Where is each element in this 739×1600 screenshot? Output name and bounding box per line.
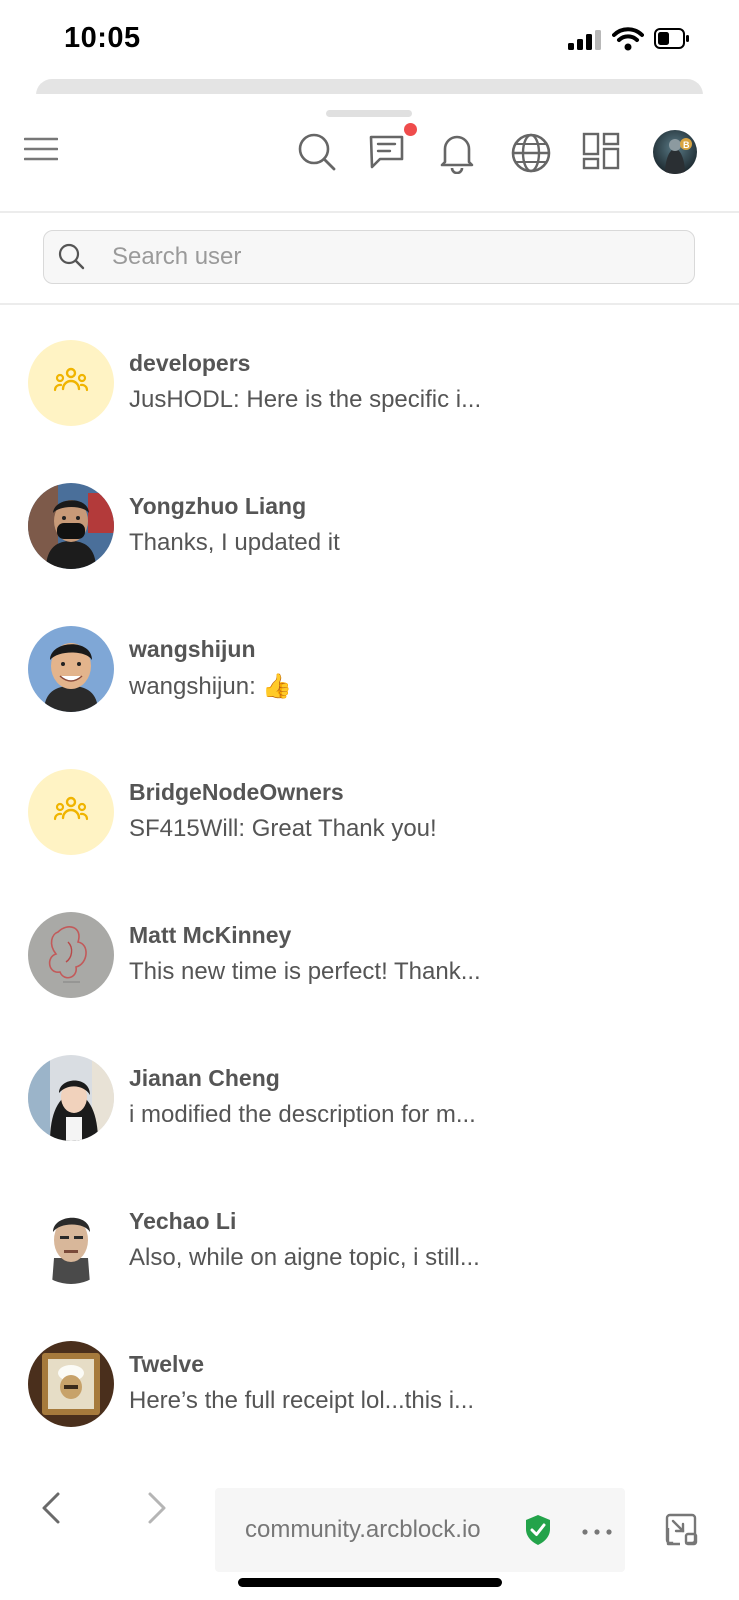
conversation-preview: JusHODL: Here is the specific i... xyxy=(129,386,482,413)
status-time: 10:05 xyxy=(64,22,141,54)
cellular-signal-icon xyxy=(568,30,602,50)
url-text: community.arcblock.io xyxy=(245,1516,481,1543)
conversation-name: Matt McKinney xyxy=(129,922,292,948)
conversation-list: developers JusHODL: Here is the specific… xyxy=(0,340,739,1484)
conversation-preview: wangshijun: 👍 xyxy=(129,672,292,701)
search-icon[interactable] xyxy=(297,132,337,172)
conversation-preview: i modified the description for m... xyxy=(129,1101,476,1128)
conversation-item[interactable]: Jianan Cheng i modified the description … xyxy=(0,1055,739,1198)
header-divider xyxy=(0,211,739,213)
user-avatar xyxy=(28,626,114,712)
home-indicator[interactable] xyxy=(238,1578,502,1587)
conversation-name: Yechao Li xyxy=(129,1208,237,1234)
search-user-input[interactable] xyxy=(112,241,672,273)
conversation-name: developers xyxy=(129,350,251,376)
minimize-window-icon[interactable] xyxy=(664,1512,700,1548)
search-divider xyxy=(0,303,739,305)
menu-icon[interactable] xyxy=(24,136,64,176)
conversation-item[interactable]: wangshijun wangshijun: 👍 xyxy=(0,626,739,769)
battery-icon xyxy=(654,27,690,51)
wifi-icon xyxy=(612,27,644,51)
status-bar: 10:05 xyxy=(0,0,739,80)
conversation-item[interactable]: Yongzhuo Liang Thanks, I updated it xyxy=(0,483,739,626)
conversation-preview: Thanks, I updated it xyxy=(129,529,340,556)
user-avatar xyxy=(28,483,114,569)
conversation-preview: Here’s the full receipt lol...this i... xyxy=(129,1387,475,1414)
conversation-preview: This new time is perfect! Thank... xyxy=(129,958,481,985)
conversation-item[interactable]: BridgeNodeOwners SF415Will: Great Thank … xyxy=(0,769,739,912)
conversation-item[interactable]: Matt McKinney This new time is perfect! … xyxy=(0,912,739,1055)
conversation-item[interactable]: developers JusHODL: Here is the specific… xyxy=(0,340,739,483)
address-bar[interactable]: community.arcblock.io xyxy=(215,1488,625,1572)
apps-grid-icon[interactable] xyxy=(582,132,622,172)
conversation-item[interactable]: Yechao Li Also, while on aigne topic, i … xyxy=(0,1198,739,1341)
search-user-box[interactable] xyxy=(43,230,695,284)
user-avatar xyxy=(28,912,114,998)
user-avatar xyxy=(28,1198,114,1284)
app-header: B xyxy=(0,120,739,210)
user-avatar xyxy=(28,1055,114,1141)
forward-arrow-icon[interactable] xyxy=(142,1488,170,1528)
conversation-name: Jianan Cheng xyxy=(129,1065,280,1091)
unread-badge-dot xyxy=(404,123,417,136)
profile-avatar[interactable]: B xyxy=(653,130,697,174)
bell-icon[interactable] xyxy=(437,132,477,174)
group-avatar xyxy=(28,769,114,855)
conversation-preview: Also, while on aigne topic, i still... xyxy=(129,1244,480,1271)
more-options-icon[interactable] xyxy=(581,1528,613,1536)
conversation-name: Twelve xyxy=(129,1351,204,1377)
search-field-icon xyxy=(58,243,86,271)
preview-text: wangshijun: xyxy=(129,673,263,700)
user-avatar xyxy=(28,1341,114,1427)
thumbs-up-emoji: 👍 xyxy=(262,673,293,700)
chat-icon[interactable] xyxy=(367,132,407,172)
group-avatar xyxy=(28,340,114,426)
conversation-preview: SF415Will: Great Thank you! xyxy=(129,815,437,842)
conversation-name: BridgeNodeOwners xyxy=(129,779,344,805)
conversation-name: wangshijun xyxy=(129,636,256,662)
back-arrow-icon[interactable] xyxy=(38,1488,66,1528)
sheet-grabber[interactable] xyxy=(326,110,412,117)
conversation-name: Yongzhuo Liang xyxy=(129,493,307,519)
svg-text:B: B xyxy=(683,140,690,150)
secure-shield-icon xyxy=(524,1514,552,1546)
globe-icon[interactable] xyxy=(510,132,551,173)
